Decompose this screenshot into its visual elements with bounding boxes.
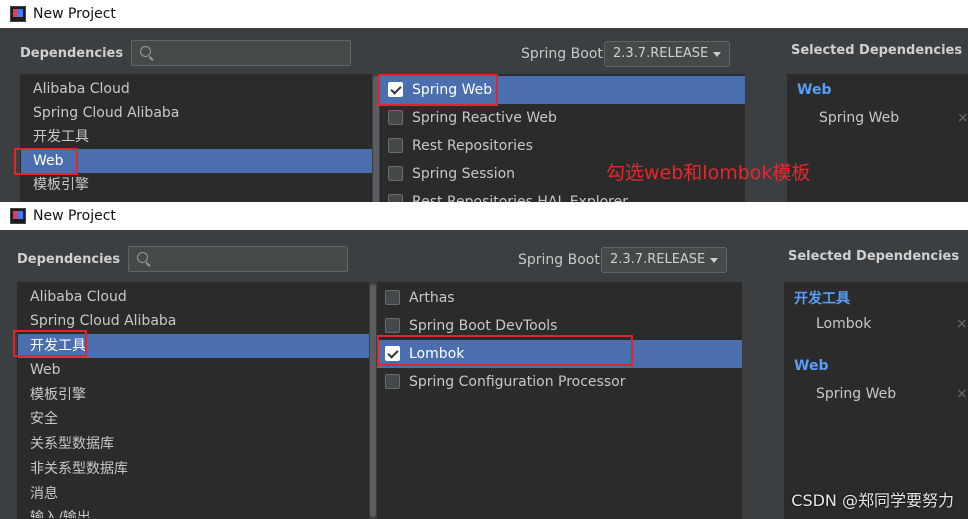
dependency-item[interactable]: Arthas — [377, 284, 742, 312]
category-item[interactable]: 关系型数据库 — [18, 432, 376, 456]
highlight-box-spring-web — [378, 74, 498, 106]
bottom-window-title: New Project — [33, 208, 116, 224]
bottom-window: New Project Dependencies Spring Boot 2.3… — [0, 202, 968, 519]
checkbox[interactable] — [388, 110, 403, 125]
checkbox[interactable] — [388, 166, 403, 181]
bottom-body: Dependencies Spring Boot 2.3.7.RELEASE S… — [0, 230, 968, 519]
checkbox[interactable] — [385, 290, 400, 305]
top-dependencies-label: Dependencies — [20, 46, 124, 61]
category-item[interactable]: 安全 — [18, 407, 376, 431]
highlight-box-dev-tools — [13, 330, 87, 357]
category-item[interactable]: 消息 — [18, 482, 376, 506]
selected-group-web: Web — [794, 358, 829, 374]
category-item[interactable]: 输入/输出 — [18, 506, 376, 518]
bottom-selected-panel: 开发工具 Lombok × Web Spring Web × — [784, 282, 968, 519]
top-search-input[interactable] — [131, 40, 351, 66]
checkbox[interactable] — [388, 194, 403, 202]
category-item[interactable]: Web — [18, 358, 376, 382]
bottom-category-scrollbar[interactable] — [369, 282, 377, 519]
bottom-spring-boot-version-select[interactable]: 2.3.7.RELEASE — [601, 247, 727, 273]
annotation-text: 勾选web和lombok模板 — [606, 162, 811, 184]
selected-entry-lombok: Lombok — [816, 316, 872, 332]
selected-group-dev-tools: 开发工具 — [794, 291, 850, 307]
bottom-selected-deps-title: Selected Dependencies — [788, 249, 960, 264]
remove-icon[interactable]: × — [956, 316, 968, 332]
category-item[interactable]: 开发工具 — [21, 125, 379, 149]
category-item[interactable]: Spring Cloud Alibaba — [21, 101, 379, 125]
top-selected-deps-title: Selected Dependencies — [791, 43, 963, 58]
checkbox[interactable] — [388, 138, 403, 153]
bottom-dependency-list: Arthas Spring Boot DevTools Lombok Sprin… — [377, 282, 742, 519]
dependency-item[interactable]: Rest Repositories HAL Explorer — [380, 188, 745, 202]
top-category-list: Alibaba Cloud Spring Cloud Alibaba 开发工具 … — [20, 74, 380, 202]
search-icon — [140, 46, 151, 57]
dependency-item[interactable]: Spring Configuration Processor — [377, 368, 742, 396]
dependency-item[interactable]: Rest Repositories — [380, 132, 745, 160]
top-spring-boot-label: Spring Boot — [521, 46, 603, 62]
bottom-spring-boot-version: 2.3.7.RELEASE — [610, 252, 706, 267]
top-body: Dependencies Spring Boot 2.3.7.RELEASE S… — [0, 28, 968, 202]
bottom-category-list: Alibaba Cloud Spring Cloud Alibaba 开发工具 … — [17, 282, 377, 519]
highlight-box-lombok — [377, 335, 633, 366]
selected-entry-spring-web: Spring Web — [816, 386, 897, 402]
top-window: New Project Dependencies Spring Boot 2.3… — [0, 0, 968, 202]
category-item[interactable]: 模板引擎 — [21, 173, 379, 197]
remove-icon[interactable]: × — [956, 386, 968, 402]
category-item[interactable]: 非关系型数据库 — [18, 457, 376, 481]
category-item[interactable]: 模板引擎 — [18, 383, 376, 407]
category-item[interactable]: Alibaba Cloud — [21, 77, 379, 101]
selected-group-web: Web — [797, 82, 832, 98]
intellij-icon — [10, 208, 26, 224]
search-icon — [137, 252, 148, 263]
checkbox[interactable] — [385, 318, 400, 333]
dependency-item[interactable]: Spring Reactive Web — [380, 104, 745, 132]
scroll-thumb[interactable] — [370, 284, 376, 517]
bottom-dependencies-label: Dependencies — [17, 252, 121, 267]
watermark: CSDN @郑同学要努力 — [791, 491, 954, 510]
remove-icon[interactable]: × — [957, 110, 968, 126]
chevron-down-icon — [713, 52, 721, 57]
bottom-titlebar: New Project — [0, 202, 968, 230]
top-titlebar: New Project — [0, 0, 968, 28]
bottom-spring-boot-label: Spring Boot — [518, 252, 600, 268]
selected-entry-spring-web: Spring Web — [819, 110, 900, 126]
chevron-down-icon — [710, 258, 718, 263]
highlight-box-web — [14, 148, 78, 175]
bottom-search-input[interactable] — [128, 246, 348, 272]
checkbox[interactable] — [385, 374, 400, 389]
intellij-icon — [10, 6, 26, 22]
category-item[interactable]: Alibaba Cloud — [18, 285, 376, 309]
top-selected-panel: Web Spring Web × — [787, 74, 968, 202]
top-spring-boot-version: 2.3.7.RELEASE — [613, 46, 709, 61]
top-window-title: New Project — [33, 6, 116, 22]
top-spring-boot-version-select[interactable]: 2.3.7.RELEASE — [604, 41, 730, 67]
